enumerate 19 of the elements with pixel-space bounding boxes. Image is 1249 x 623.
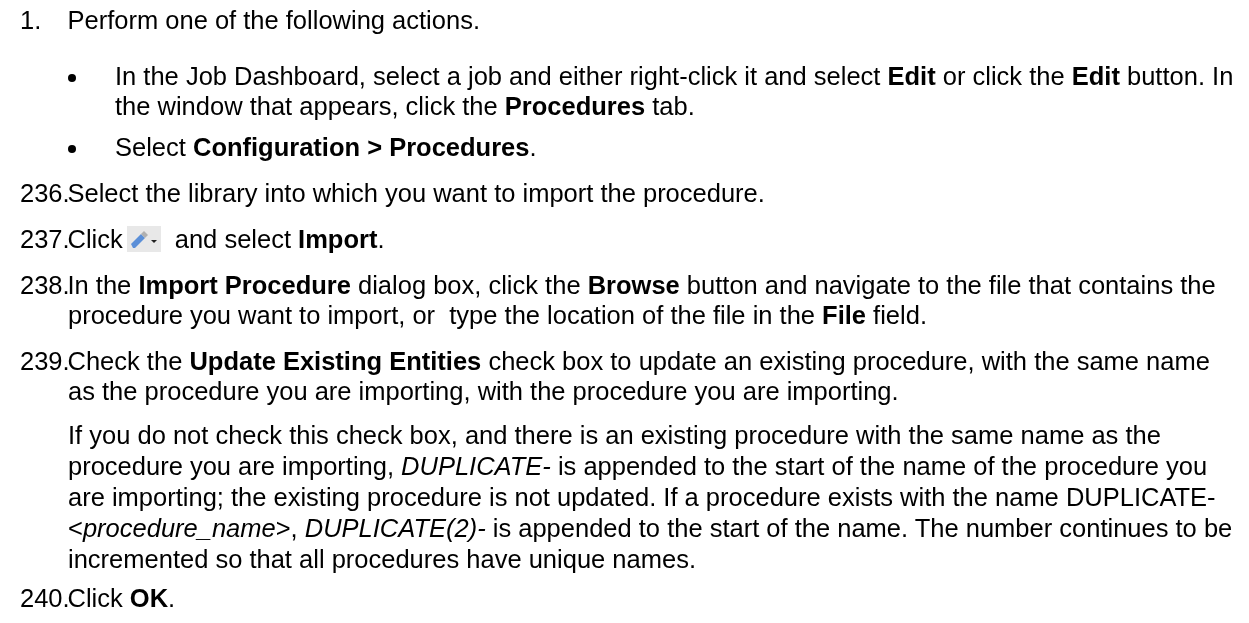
bullet-icon xyxy=(68,74,76,83)
step-text: Check the Update Existing Entities check box to update an existing procedure, with the same name as the procedure you are importing, with the procedure you are importing. xyxy=(67,347,1211,405)
note-text: If you do not check this check box, and there is an existing procedure with the same name as the procedure you are importing, DUPLICATE- is appended to the start of the name of the procedure you are importing; the existing procedure is not updated. If a procedure exists with the name DUPLICATE-<procedure_name>, DUPLICATE(2)- is appended to the start of the name. The number continues to be incremented so that all procedures have unique names. xyxy=(68,421,1233,573)
step-text: and select Import. xyxy=(174,224,385,254)
step-number: 238. xyxy=(20,271,70,299)
bullet-text: In the Job Dashboard, select a job and either right-click it and select Edit or click the Edit button. In the window that appears, click the Procedures tab. xyxy=(115,62,1234,120)
step-text: Click OK. xyxy=(67,584,176,612)
step-text: Select the library into which you want to import the procedure. xyxy=(67,179,765,207)
step-number: 236. xyxy=(20,179,70,207)
step-number: 237. xyxy=(20,225,70,253)
step-text: Perform one of the following actions. xyxy=(67,6,480,34)
bullet-text: Select Configuration > Procedures. xyxy=(115,133,537,161)
step-number: 240. xyxy=(20,584,70,612)
pen-dropdown-icon xyxy=(126,226,161,252)
step-number: 1. xyxy=(20,6,42,34)
step-text: In the Import Procedure dialog box, click the Browse button and navigate to the file that contains the procedure you want to import, or type the location of the file in the File field. xyxy=(67,271,1217,329)
step-text: Click xyxy=(67,224,123,254)
step-number: 239. xyxy=(20,347,70,375)
bullet-icon xyxy=(68,145,76,154)
